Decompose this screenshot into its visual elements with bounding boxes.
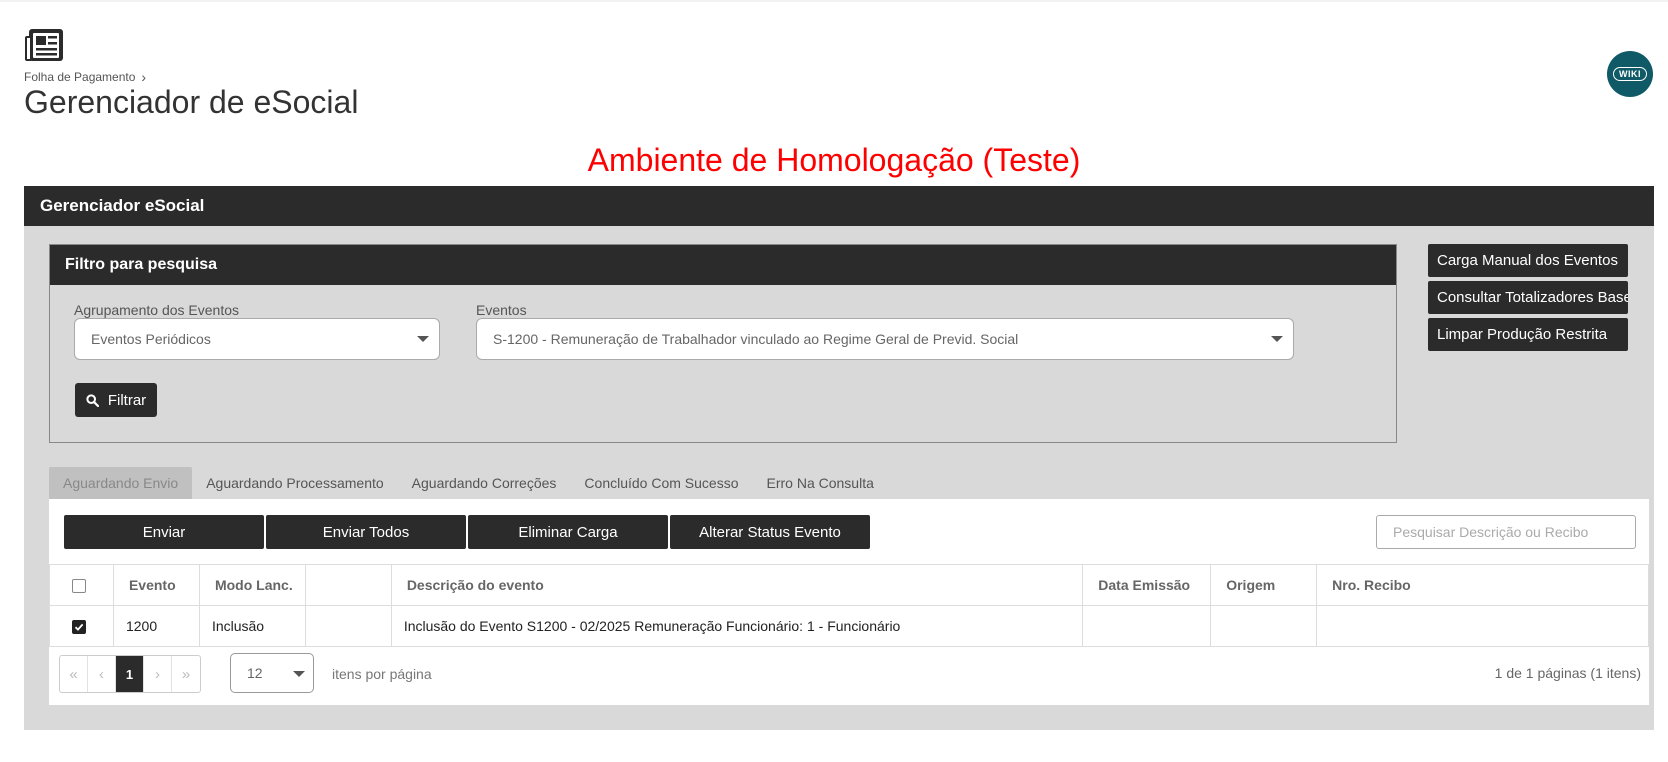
- current-page[interactable]: 1: [116, 656, 144, 692]
- search-input[interactable]: [1376, 515, 1636, 549]
- tab-aguardando-envio[interactable]: Aguardando Envio: [49, 467, 193, 499]
- filter-button-label: Filtrar: [107, 391, 147, 409]
- change-status-button[interactable]: Alterar Status Evento: [670, 515, 870, 549]
- page-title: Gerenciador de eSocial: [24, 84, 359, 120]
- tab-aguardando-correcoes[interactable]: Aguardando Correções: [398, 467, 571, 499]
- events-select[interactable]: S-1200 - Remuneração de Trabalhador vinc…: [476, 318, 1294, 360]
- select-all-checkbox[interactable]: [72, 579, 86, 594]
- column-header-data-emissao[interactable]: Data Emissão: [1082, 564, 1212, 606]
- cell-recibo: [1316, 605, 1649, 647]
- per-page-label: itens por página: [332, 666, 432, 682]
- breadcrumb: Folha de Pagamento ›: [24, 69, 146, 85]
- cell-descricao: Inclusão do Evento S1200 - 02/2025 Remun…: [390, 605, 1084, 647]
- column-header-recibo[interactable]: Nro. Recibo: [1316, 564, 1649, 606]
- search-icon: [86, 393, 99, 407]
- select-all-cell: [49, 564, 114, 606]
- last-page-button[interactable]: »: [172, 656, 200, 692]
- column-header-origem[interactable]: Origem: [1210, 564, 1318, 606]
- tab-content: Enviar Enviar Todos Eliminar Carga Alter…: [49, 499, 1649, 705]
- row-checkbox[interactable]: [72, 620, 86, 635]
- cell-origem: [1210, 605, 1318, 647]
- wiki-icon: WIKI: [1613, 67, 1647, 81]
- page-info: 1 de 1 páginas (1 itens): [1494, 665, 1641, 681]
- panel-title: Gerenciador eSocial: [24, 186, 1654, 226]
- query-totalizers-button[interactable]: Consultar Totalizadores Base: [1428, 281, 1628, 314]
- esocial-manager-panel: Gerenciador eSocial Filtro para pesquisa…: [24, 186, 1654, 730]
- column-header-evento[interactable]: Evento: [112, 564, 200, 606]
- breadcrumb-item-folha[interactable]: Folha de Pagamento: [24, 70, 135, 84]
- delete-load-button[interactable]: Eliminar Carga: [468, 515, 668, 549]
- top-border: [0, 0, 1668, 2]
- tab-aguardando-processamento[interactable]: Aguardando Processamento: [192, 467, 397, 499]
- status-tabs: Aguardando Envio Aguardando Processament…: [49, 467, 888, 499]
- newspaper-icon: [25, 29, 63, 61]
- clear-restricted-production-button[interactable]: Limpar Produção Restrita: [1428, 318, 1628, 351]
- cell-data-emissao: [1082, 605, 1212, 647]
- filter-box: Filtro para pesquisa Agrupamento dos Eve…: [49, 244, 1397, 443]
- filter-title: Filtro para pesquisa: [50, 245, 1396, 285]
- send-all-button[interactable]: Enviar Todos: [266, 515, 466, 549]
- caret-down-icon: [293, 671, 305, 677]
- environment-banner: Ambiente de Homologação (Teste): [587, 142, 1081, 178]
- tab-concluido-com-sucesso[interactable]: Concluído Com Sucesso: [570, 467, 752, 499]
- events-value: S-1200 - Remuneração de Trabalhador vinc…: [493, 331, 1019, 347]
- cell-extra: [304, 605, 392, 647]
- column-header-modo[interactable]: Modo Lanc.: [198, 564, 306, 606]
- pagination: « ‹ 1 › »: [59, 655, 201, 693]
- manual-load-button[interactable]: Carga Manual dos Eventos: [1428, 244, 1628, 277]
- caret-down-icon: [417, 336, 429, 342]
- checkmark-icon: [74, 623, 84, 632]
- page-size-select[interactable]: 12: [230, 653, 314, 693]
- send-button[interactable]: Enviar: [64, 515, 264, 549]
- table-header-row: Evento Modo Lanc. Descrição do evento Da…: [49, 564, 1649, 606]
- wiki-button[interactable]: WIKI: [1607, 51, 1653, 97]
- table-row[interactable]: 1200 Inclusão Inclusão do Evento S1200 -…: [49, 605, 1649, 647]
- cell-modo: Inclusão: [198, 605, 306, 647]
- page-size-value: 12: [247, 665, 263, 681]
- row-select-cell: [49, 605, 114, 647]
- grouping-select[interactable]: Eventos Periódicos: [74, 318, 440, 360]
- next-page-button[interactable]: ›: [144, 656, 172, 692]
- caret-down-icon: [1271, 336, 1283, 342]
- column-header-descricao[interactable]: Descrição do evento: [390, 564, 1084, 606]
- filter-button[interactable]: Filtrar: [75, 383, 157, 417]
- prev-page-button[interactable]: ‹: [88, 656, 116, 692]
- first-page-button[interactable]: «: [60, 656, 88, 692]
- events-table: Evento Modo Lanc. Descrição do evento Da…: [49, 564, 1649, 647]
- column-header-blank: [304, 564, 392, 606]
- events-label: Eventos: [476, 302, 527, 318]
- tab-erro-na-consulta[interactable]: Erro Na Consulta: [753, 467, 888, 499]
- grouping-label: Agrupamento dos Eventos: [74, 302, 239, 318]
- grouping-value: Eventos Periódicos: [91, 331, 211, 347]
- cell-evento: 1200: [112, 605, 200, 647]
- chevron-right-icon: ›: [141, 69, 147, 85]
